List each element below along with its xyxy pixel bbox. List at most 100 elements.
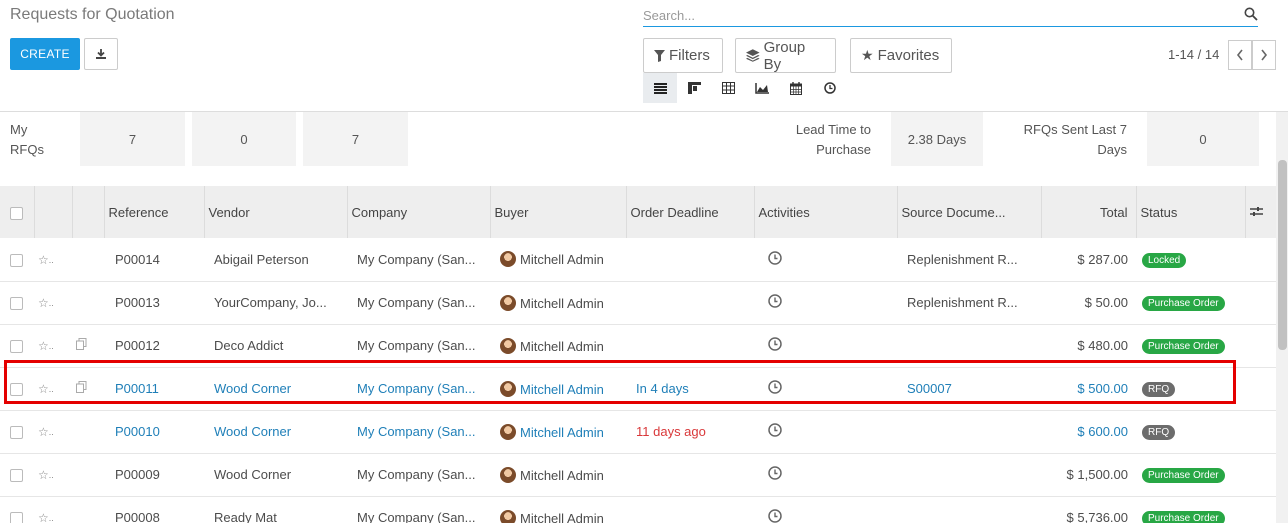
pager-previous-button[interactable] — [1228, 40, 1252, 70]
row-select-cell[interactable] — [0, 324, 34, 367]
company-header[interactable]: Company — [347, 186, 491, 238]
table-row[interactable]: ☆.. P00011 Wood Corner My Company (San... Mi… — [0, 367, 1276, 410]
row-checkbox[interactable] — [10, 297, 23, 311]
clock-icon — [824, 82, 836, 94]
view-switcher — [643, 73, 847, 103]
dashboard-box-waiting[interactable]: 0 — [192, 112, 296, 166]
row-checkbox[interactable] — [10, 340, 23, 354]
clock-icon[interactable] — [768, 294, 782, 308]
row-select-cell[interactable] — [0, 367, 34, 410]
status-cell: Purchase Order — [1136, 496, 1245, 523]
reference-header[interactable]: Reference — [104, 186, 205, 238]
row-select-cell[interactable] — [0, 496, 34, 523]
priority-cell[interactable]: ☆.. — [34, 367, 72, 410]
table-row[interactable]: ☆.. P00010 Wood Corner My Company (San... Mi… — [0, 410, 1276, 453]
total-cell: $ 600.00 — [1077, 424, 1128, 439]
order-deadline-cell — [626, 324, 754, 367]
clock-icon[interactable] — [768, 423, 782, 437]
dashboard-box-all[interactable]: 7 — [80, 112, 185, 166]
star-priority-icon[interactable]: ☆.. — [38, 382, 54, 396]
copy-icon — [76, 338, 87, 350]
company-cell: My Company (San... — [357, 338, 476, 353]
reference-cell: P00011 — [115, 381, 159, 396]
activities-cell[interactable] — [754, 453, 897, 496]
row-select-cell[interactable] — [0, 281, 34, 324]
search-icon[interactable] — [1244, 7, 1258, 21]
total-header[interactable]: Total — [1041, 186, 1137, 238]
select-all-cell[interactable] — [0, 186, 35, 238]
activities-cell[interactable] — [754, 367, 897, 410]
table-row[interactable]: ☆.. P00014 Abigail Peterson My Company (San… — [0, 238, 1276, 281]
table-row[interactable]: ☆.. P00012 Deco Addict My Company (San... Mi… — [0, 324, 1276, 367]
pager-next-button[interactable] — [1252, 40, 1276, 70]
alert-cell — [72, 367, 104, 410]
download-button[interactable] — [84, 38, 118, 70]
star-priority-icon[interactable]: ☆.. — [38, 425, 54, 439]
row-checkbox[interactable] — [10, 512, 23, 523]
star-priority-icon[interactable]: ☆.. — [38, 468, 54, 482]
table-row[interactable]: ☆.. P00008 Ready Mat My Company (San... Mitc… — [0, 496, 1276, 523]
calendar-view-button[interactable] — [779, 73, 813, 103]
row-checkbox[interactable] — [10, 469, 23, 483]
star-priority-icon[interactable]: ☆.. — [38, 296, 54, 310]
clock-icon[interactable] — [768, 509, 782, 523]
row-end-cell — [1245, 410, 1276, 453]
priority-cell[interactable]: ☆.. — [34, 453, 72, 496]
alert-header — [72, 186, 105, 238]
table-row[interactable]: ☆.. P00009 Wood Corner My Company (San... Mi… — [0, 453, 1276, 496]
total-cell: $ 1,500.00 — [1066, 467, 1128, 482]
clock-icon[interactable] — [768, 466, 782, 480]
status-header[interactable]: Status — [1136, 186, 1246, 238]
pivot-view-button[interactable] — [711, 73, 745, 103]
order-deadline-header[interactable]: Order Deadline — [626, 186, 755, 238]
priority-cell[interactable]: ☆.. — [34, 410, 72, 453]
priority-cell[interactable]: ☆.. — [34, 324, 72, 367]
my-rfqs-label: My RFQs — [10, 122, 44, 157]
clock-icon[interactable] — [768, 337, 782, 351]
priority-cell[interactable]: ☆.. — [34, 496, 72, 523]
dashboard-box-late[interactable]: 7 — [303, 112, 408, 166]
buyer-cell: Mitchell Admin — [490, 367, 626, 410]
graph-view-button[interactable] — [745, 73, 779, 103]
priority-cell[interactable]: ☆.. — [34, 238, 72, 281]
activity-view-button[interactable] — [813, 73, 847, 103]
clock-icon[interactable] — [768, 380, 782, 394]
clock-icon[interactable] — [768, 251, 782, 265]
favorites-button[interactable]: ★ Favorites — [850, 38, 952, 73]
chevron-left-icon — [1236, 49, 1243, 61]
activities-cell[interactable] — [754, 281, 897, 324]
avatar — [500, 251, 516, 268]
buyer-header[interactable]: Buyer — [490, 186, 627, 238]
row-select-cell[interactable] — [0, 453, 34, 496]
row-checkbox[interactable] — [10, 426, 23, 440]
star-priority-icon[interactable]: ☆.. — [38, 511, 54, 523]
row-checkbox[interactable] — [10, 383, 23, 397]
select-all-checkbox[interactable] — [10, 206, 23, 220]
scrollbar-thumb[interactable] — [1278, 160, 1287, 350]
optional-columns-toggle[interactable] — [1245, 186, 1276, 238]
activities-cell[interactable] — [754, 324, 897, 367]
kanban-view-button[interactable] — [677, 73, 711, 103]
row-checkbox[interactable] — [10, 253, 23, 267]
activities-header[interactable]: Activities — [754, 186, 898, 238]
filters-button[interactable]: Filters — [643, 38, 723, 73]
group-by-button[interactable]: Group By — [735, 38, 836, 73]
list-view-button[interactable] — [643, 73, 677, 103]
search-input[interactable] — [643, 4, 1233, 26]
create-button[interactable]: CREATE — [10, 38, 80, 70]
row-select-cell[interactable] — [0, 410, 34, 453]
activities-cell[interactable] — [754, 496, 897, 523]
activities-cell[interactable] — [754, 410, 897, 453]
table-row[interactable]: ☆.. P00013 YourCompany, Jo... My Company (S… — [0, 281, 1276, 324]
priority-cell[interactable]: ☆.. — [34, 281, 72, 324]
row-select-cell[interactable] — [0, 238, 34, 281]
vendor-header[interactable]: Vendor — [204, 186, 348, 238]
vendor-cell: Wood Corner — [214, 467, 292, 482]
star-priority-icon[interactable]: ☆.. — [38, 253, 54, 267]
pager-value[interactable]: 1-14 / 14 — [1168, 47, 1219, 62]
star-priority-icon[interactable]: ☆.. — [38, 339, 54, 353]
source-document-header[interactable]: Source Docume... — [897, 186, 1042, 238]
vendor-cell: Wood Corner — [214, 424, 292, 439]
star-icon: ★ — [861, 47, 874, 63]
activities-cell[interactable] — [754, 238, 897, 281]
